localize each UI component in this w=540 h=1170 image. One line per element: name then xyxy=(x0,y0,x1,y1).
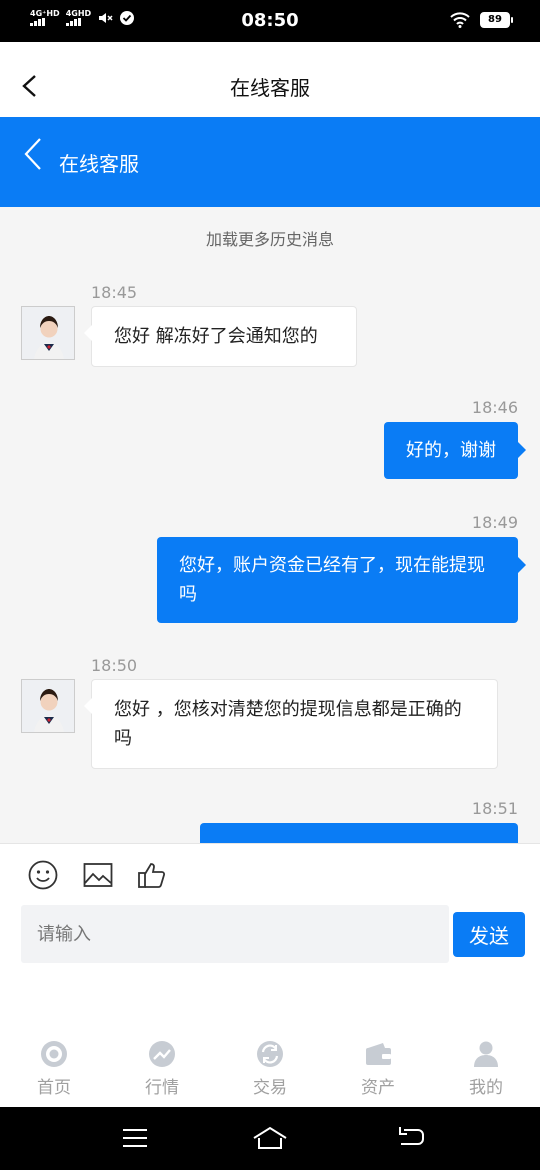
message-time: 18:49 xyxy=(471,513,518,532)
profile-icon xyxy=(474,1041,498,1067)
wifi-icon xyxy=(450,12,470,28)
agent-avatar xyxy=(21,679,75,733)
chat-composer: 发送 xyxy=(0,843,540,979)
message-time: 18:45 xyxy=(91,283,138,302)
tab-label: 我的 xyxy=(469,1078,503,1098)
outgoing-message-bubble xyxy=(200,823,518,843)
tab-home[interactable]: 首页 xyxy=(0,1035,108,1098)
chat-back-icon[interactable] xyxy=(22,137,44,171)
message-text: 您好 ，您核对清楚您的提现信息都是正确的吗 xyxy=(114,699,462,749)
message-input[interactable] xyxy=(21,905,449,963)
tab-label: 资产 xyxy=(361,1078,395,1098)
battery-icon: 89 xyxy=(480,12,513,28)
status-bar: 4G⁺HD 4GHD 08:50 89 xyxy=(0,0,540,42)
agent-avatar xyxy=(21,306,75,360)
home-icon xyxy=(41,1041,67,1067)
tab-assets[interactable]: 资产 xyxy=(324,1035,432,1098)
send-button[interactable]: 发送 xyxy=(453,912,525,957)
message-time: 18:51 xyxy=(471,799,518,818)
menu-icon[interactable] xyxy=(120,1125,150,1151)
status-right: 89 xyxy=(450,12,513,28)
system-nav-bar xyxy=(0,1107,540,1170)
home-button-icon[interactable] xyxy=(251,1125,289,1151)
tab-market[interactable]: 行情 xyxy=(108,1035,216,1098)
tab-label: 行情 xyxy=(145,1078,179,1098)
message-text: 好的，谢谢 xyxy=(406,440,496,461)
page-title: 在线客服 xyxy=(230,76,310,100)
emoji-icon[interactable] xyxy=(27,859,59,891)
outgoing-message-bubble: 您好，账户资金已经有了，现在能提现吗 xyxy=(157,537,526,623)
tab-label: 首页 xyxy=(37,1078,71,1098)
chat-header-title: 在线客服 xyxy=(59,152,139,176)
back-button-icon[interactable] xyxy=(396,1125,426,1151)
incoming-message-bubble: 您好 解冻好了会通知您的 xyxy=(84,306,357,367)
thumbs-up-icon[interactable] xyxy=(136,859,168,891)
message-text: 您好，账户资金已经有了，现在能提现吗 xyxy=(179,555,485,605)
image-icon[interactable] xyxy=(82,859,114,891)
wallet-icon xyxy=(366,1043,391,1065)
load-more-history-link[interactable]: 加载更多历史消息 xyxy=(0,226,540,250)
message-time: 18:50 xyxy=(91,656,138,675)
chat-area[interactable]: 加载更多历史消息 18:45 您好 解冻好了会通知您的 18:46 好的，谢谢 … xyxy=(0,207,540,843)
outgoing-message-bubble: 好的，谢谢 xyxy=(384,422,526,479)
bottom-tab-bar: 首页 行情 交易 资产 我的 xyxy=(0,1025,540,1107)
tab-profile[interactable]: 我的 xyxy=(432,1035,540,1098)
message-text: 您好 解冻好了会通知您的 xyxy=(114,326,318,347)
incoming-message-bubble: 您好 ，您核对清楚您的提现信息都是正确的吗 xyxy=(84,679,498,769)
market-icon xyxy=(149,1041,175,1067)
tab-trade[interactable]: 交易 xyxy=(216,1035,324,1098)
tab-label: 交易 xyxy=(253,1078,287,1098)
message-time: 18:46 xyxy=(471,398,518,417)
chat-header: 在线客服 xyxy=(0,117,540,207)
nav-header: 在线客服 xyxy=(0,42,540,117)
trade-icon xyxy=(257,1041,283,1067)
